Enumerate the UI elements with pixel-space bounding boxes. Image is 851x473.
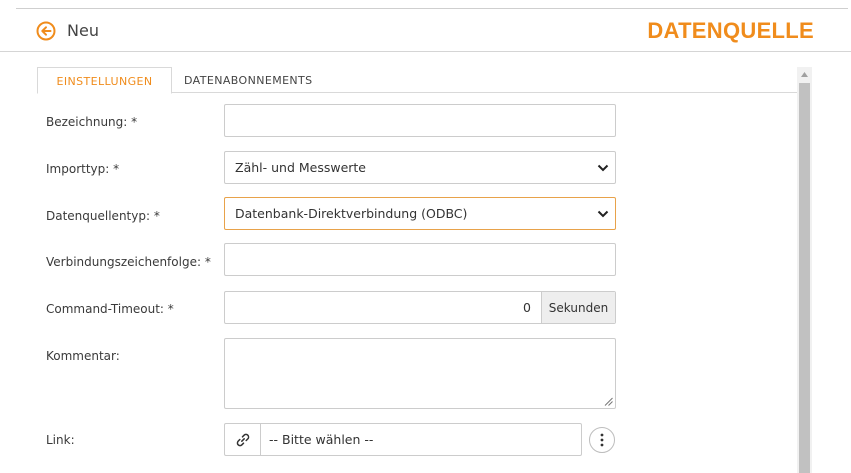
chevron-down-icon [597,164,609,172]
vertical-scrollbar[interactable] [797,67,812,473]
link-select[interactable]: -- Bitte wählen -- [224,423,582,456]
importtyp-select[interactable]: Zähl- und Messwerte [224,151,616,184]
page-header: Neu DATENQUELLE [0,9,851,52]
command-timeout-value: 0 [523,300,531,315]
datenquellentyp-label: Datenquellentyp: * [46,209,160,223]
vertical-dots-icon [600,433,604,447]
importtyp-label: Importtyp: * [46,162,120,176]
datenquellentyp-value: Datenbank-Direktverbindung (ODBC) [235,206,468,221]
tab-datenabonnements[interactable]: DATENABONNEMENTS [184,67,313,93]
datenquellentyp-select[interactable]: Datenbank-Direktverbindung (ODBC) [224,197,616,230]
page-title: Neu [67,21,99,40]
tab-bar: EINSTELLUNGEN DATENABONNEMENTS [37,67,797,94]
resize-handle-icon[interactable] [604,397,613,406]
link-label: Link: [46,433,75,447]
scrollbar-thumb[interactable] [799,83,810,473]
command-timeout-input[interactable]: 0 Sekunden [224,291,616,324]
back-arrow-icon[interactable] [36,21,56,41]
kommentar-label: Kommentar: [46,349,120,363]
more-options-button[interactable] [589,427,615,453]
timeout-unit-addon: Sekunden [541,292,615,323]
chain-link-icon [236,433,249,446]
kommentar-textarea[interactable] [224,338,616,409]
verbindungszeichenfolge-label: Verbindungszeichenfolge: * [46,255,211,269]
verbindungszeichenfolge-input[interactable] [224,243,616,276]
tab-einstellungen[interactable]: EINSTELLUNGEN [37,67,172,94]
scroll-up-arrow-icon[interactable] [797,67,812,82]
chevron-down-icon [597,210,609,218]
importtyp-value: Zähl- und Messwerte [235,160,366,175]
link-placeholder: -- Bitte wählen -- [269,432,374,447]
command-timeout-label: Command-Timeout: * [46,302,174,316]
link-icon-box [225,424,261,455]
brand-title: DATENQUELLE [647,18,814,43]
bezeichnung-input[interactable] [224,104,616,137]
bezeichnung-label: Bezeichnung: * [46,115,138,129]
